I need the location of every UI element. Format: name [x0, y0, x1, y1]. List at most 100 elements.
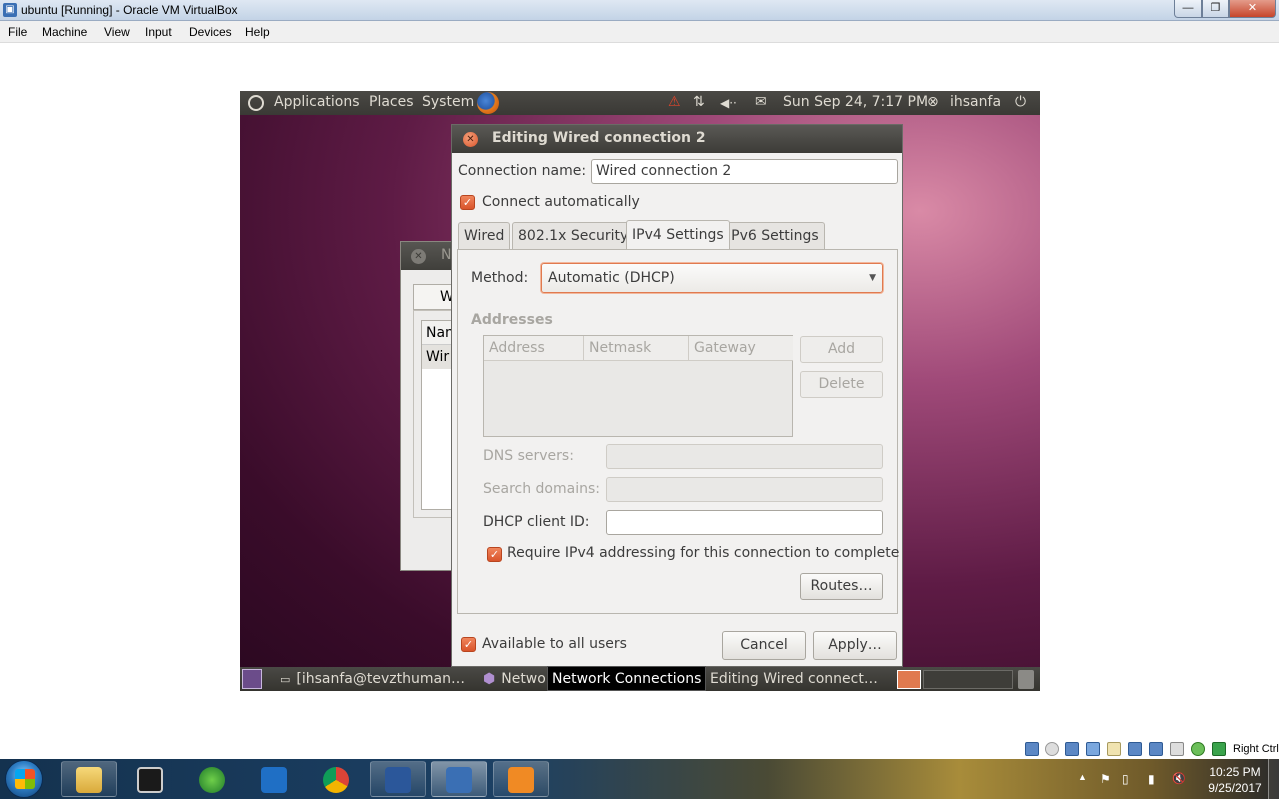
close-button[interactable]: ✕ [1229, 0, 1276, 18]
visual-studio-button[interactable] [246, 761, 302, 797]
available-to-all-users-checkbox[interactable]: ✓ [461, 637, 476, 652]
tab-wired[interactable]: Wired [458, 222, 511, 249]
file-explorer-button[interactable] [61, 761, 117, 797]
volume-muted-icon[interactable]: 🔇 [1172, 772, 1186, 785]
menu-help[interactable]: Help [245, 25, 270, 39]
connection-name-label: Connection name: [458, 163, 587, 179]
action-center-flag-icon[interactable]: ⚑ [1100, 772, 1111, 786]
connect-automatically-checkbox[interactable]: ✓ [460, 195, 475, 210]
volume-icon[interactable]: ◀·· [720, 96, 737, 110]
taskbar-clock-time[interactable]: 10:25 PM [1205, 765, 1265, 779]
network-icon[interactable]: ⇅ [693, 94, 705, 110]
ubuntu-logo-icon[interactable] [248, 95, 264, 111]
tab-802-1x-security[interactable]: 802.1x Security [512, 222, 635, 249]
apply-button[interactable]: Apply… [813, 631, 897, 660]
network-connections-icon: ⬢ [483, 671, 496, 687]
panel-clock[interactable]: Sun Sep 24, 7:17 PM [783, 94, 928, 110]
virtualbox-taskbar-button[interactable] [431, 761, 487, 797]
network-signal-icon[interactable]: ▮ [1148, 772, 1155, 786]
dns-servers-field[interactable] [606, 444, 883, 469]
connection-name-field[interactable]: Wired connection 2 [591, 159, 898, 184]
menu-machine[interactable]: Machine [42, 25, 87, 39]
pdf-reader-button[interactable] [493, 761, 549, 797]
menu-input[interactable]: Input [145, 25, 172, 39]
applications-menu[interactable]: Applications [274, 94, 360, 110]
addresses-table[interactable]: Address Netmask Gateway [483, 335, 793, 437]
maximize-button[interactable]: ❐ [1202, 0, 1229, 18]
taskbar-item-editing-connection[interactable]: Editing Wired connect… [710, 667, 880, 691]
tab-ipv6-settings[interactable]: IPv6 Settings [721, 222, 825, 249]
taskbar-item-network-connections[interactable]: ⬢ Netwo [483, 667, 547, 691]
firefox-launcher-icon[interactable] [477, 92, 499, 114]
column-header-gateway[interactable]: Gateway [689, 336, 793, 361]
workspace-switcher-active[interactable] [897, 670, 921, 689]
chrome-icon [323, 767, 349, 793]
connect-automatically-label: Connect automatically [482, 194, 640, 210]
column-header-address[interactable]: Address [484, 336, 584, 361]
menu-devices[interactable]: Devices [189, 25, 232, 39]
menu-file[interactable]: File [8, 25, 27, 39]
virtualbox-app-icon: ▣ [3, 3, 17, 17]
power-icon[interactable]: ⏻ [1015, 94, 1026, 110]
taskbar-clock-date[interactable]: 9/25/2017 [1205, 781, 1265, 795]
require-ipv4-checkbox[interactable]: ✓ [487, 547, 502, 562]
shared-folders-icon[interactable] [1107, 742, 1121, 756]
routes-button[interactable]: Routes… [800, 573, 883, 600]
places-menu[interactable]: Places [369, 94, 414, 110]
user-menu[interactable]: ihsanfa [950, 94, 1001, 110]
video-capture-icon[interactable] [1149, 742, 1163, 756]
close-icon[interactable]: ✕ [411, 249, 426, 264]
taskbar-item-terminal[interactable]: ▭ [ihsanfa@tevzthuman… [280, 667, 475, 691]
mail-icon[interactable]: ✉ [755, 94, 767, 110]
system-menu[interactable]: System [422, 94, 474, 110]
dhcp-client-id-label: DHCP client ID: [483, 514, 590, 530]
hard-disk-icon[interactable] [1025, 742, 1039, 756]
column-header-netmask[interactable]: Netmask [584, 336, 689, 361]
word-icon [385, 767, 411, 793]
minimize-button[interactable]: — [1174, 0, 1202, 18]
tooltip: Network Connections [547, 666, 707, 691]
warning-icon[interactable]: ⚠ [668, 94, 681, 110]
visual-studio-icon [261, 767, 287, 793]
virtualbox-icon [446, 767, 472, 793]
dns-servers-label: DNS servers: [483, 448, 574, 464]
usb-icon[interactable] [1086, 742, 1100, 756]
word-button[interactable] [370, 761, 426, 797]
windows-taskbar: ▲ ⚑ ▯ ▮ 🔇 10:25 PM 9/25/2017 [0, 759, 1279, 799]
mouse-integration-icon[interactable] [1191, 742, 1205, 756]
download-manager-button[interactable] [184, 761, 240, 797]
show-hidden-icons-arrow[interactable]: ▲ [1078, 772, 1087, 782]
command-prompt-button[interactable] [122, 761, 178, 797]
display-icon[interactable] [1128, 742, 1142, 756]
keyboard-capture-icon[interactable] [1212, 742, 1226, 756]
cancel-button[interactable]: Cancel [722, 631, 806, 660]
globe-icon [199, 767, 225, 793]
start-button[interactable] [5, 760, 43, 798]
dhcp-client-id-field[interactable] [606, 510, 883, 535]
network-adapter-icon[interactable] [1065, 742, 1079, 756]
show-desktop-button[interactable] [1268, 759, 1279, 799]
trash-icon[interactable] [1018, 670, 1034, 689]
editing-connection-dialog: ✕ Editing Wired connection 2 Connection … [451, 124, 903, 667]
search-domains-label: Search domains: [483, 481, 600, 497]
search-domains-field[interactable] [606, 477, 883, 502]
optical-drive-icon[interactable] [1045, 742, 1059, 756]
chrome-button[interactable] [308, 761, 364, 797]
delete-button[interactable]: Delete [800, 371, 883, 398]
add-button[interactable]: Add [800, 336, 883, 363]
addresses-heading: Addresses [471, 312, 553, 328]
user-status-icon[interactable]: ⊗ [927, 94, 939, 110]
available-to-all-users-label: Available to all users [482, 636, 627, 652]
console-icon [137, 767, 163, 793]
chevron-down-icon: ▼ [869, 273, 876, 283]
cpu-icon[interactable] [1170, 742, 1184, 756]
close-icon[interactable]: ✕ [463, 132, 478, 147]
workspace-switcher[interactable] [923, 670, 1013, 689]
method-dropdown[interactable]: Automatic (DHCP) ▼ [541, 263, 883, 293]
power-plug-icon[interactable]: ▯ [1122, 772, 1129, 786]
method-label: Method: [471, 270, 529, 286]
show-desktop-icon[interactable] [242, 669, 262, 689]
menu-view[interactable]: View [104, 25, 130, 39]
tab-ipv4-settings[interactable]: IPv4 Settings [626, 220, 730, 249]
guest-screen[interactable]: Applications Places System ⚠ ⇅ ◀·· ✉ Sun… [240, 91, 1040, 691]
